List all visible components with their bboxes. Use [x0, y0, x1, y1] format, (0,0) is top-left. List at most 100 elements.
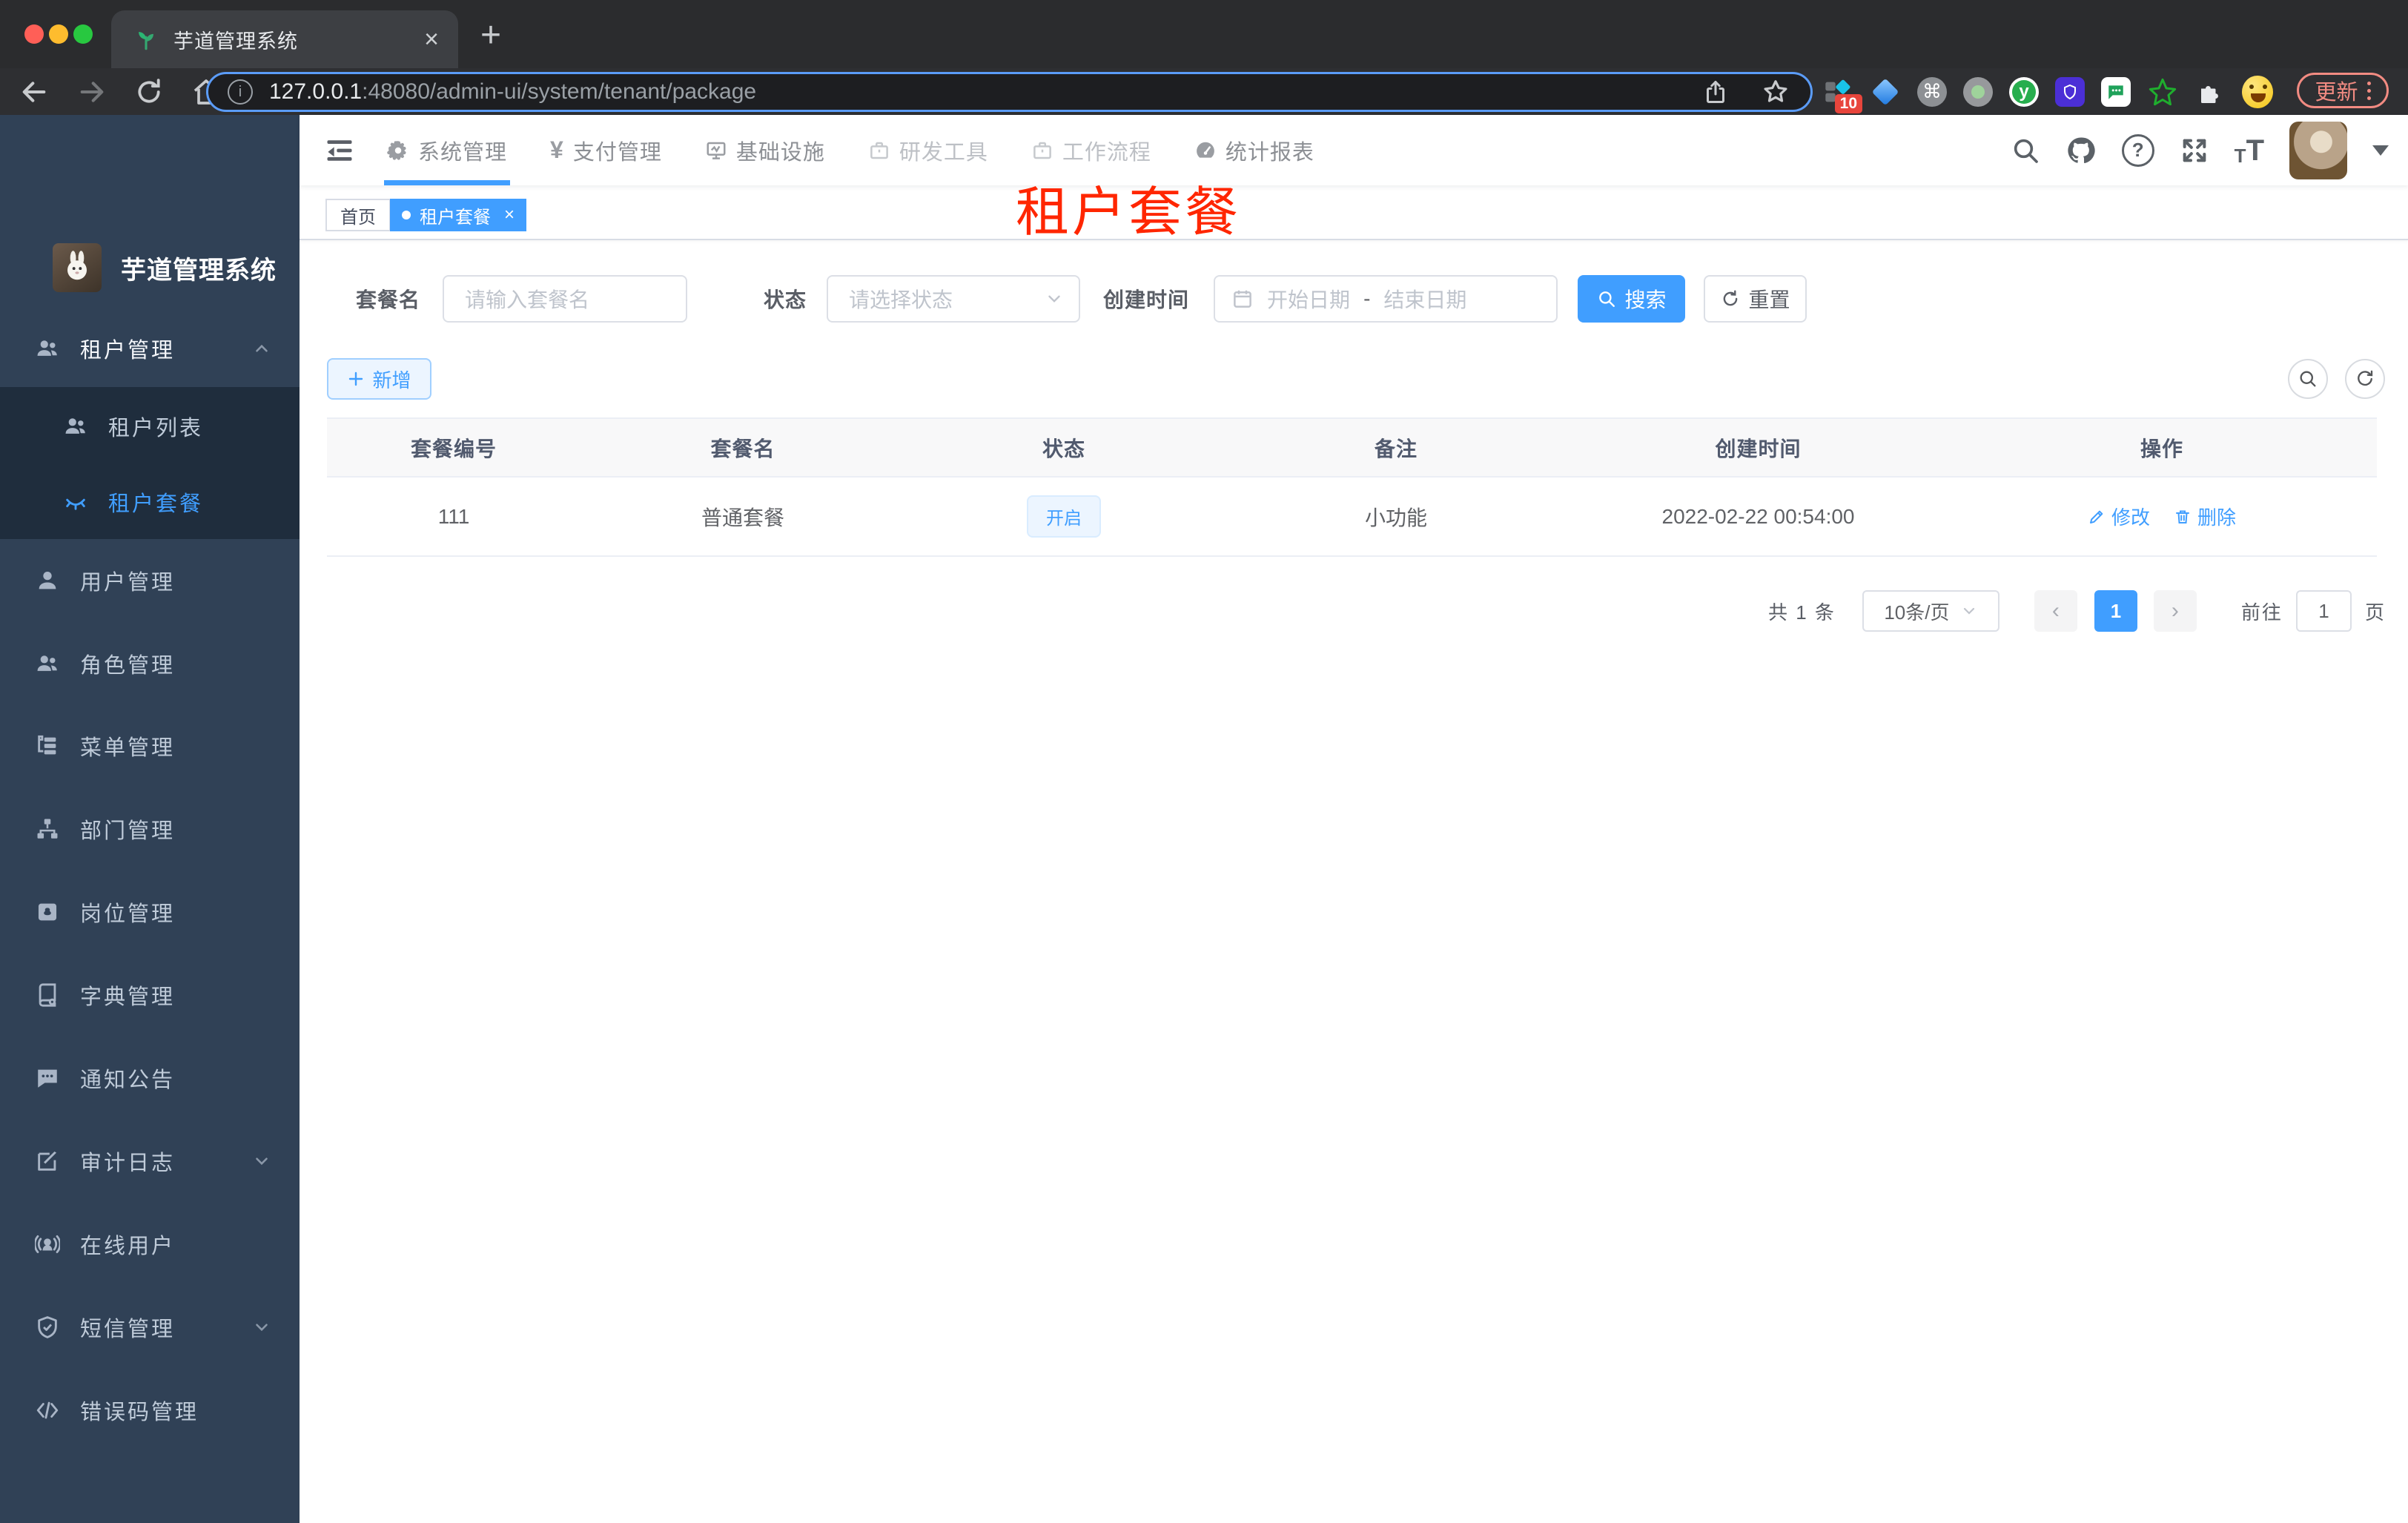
date-range-picker[interactable]: 开始日期 - 结束日期 [1214, 275, 1558, 323]
prev-page-button[interactable]: ‹ [2034, 590, 2077, 632]
top-menu-payment[interactable]: ¥ 支付管理 [550, 135, 662, 166]
chevron-down-icon [1960, 602, 1978, 620]
user-icon [34, 568, 61, 593]
address-bar[interactable]: i 127.0.0.1:48080/admin-ui/system/tenant… [206, 72, 1813, 112]
reload-icon[interactable] [135, 78, 163, 106]
table-refresh-icon[interactable] [2345, 359, 2385, 399]
minimize-window-button[interactable] [49, 24, 68, 44]
sidebar-item-user-management[interactable]: 用户管理 [0, 555, 300, 607]
tab-favicon-plant-icon [133, 27, 159, 52]
sidebar-item-dept-management[interactable]: 部门管理 [0, 803, 300, 855]
add-button[interactable]: 新增 [327, 358, 431, 400]
share-icon[interactable] [1702, 79, 1729, 105]
extensions-puzzle-icon[interactable] [2194, 76, 2226, 108]
extension-star-icon[interactable] [2147, 76, 2178, 108]
top-menu-infrastructure[interactable]: 基础设施 [705, 135, 825, 166]
sidebar-item-role-management[interactable]: 角色管理 [0, 638, 300, 690]
dashboard-icon [1194, 139, 1217, 162]
sidebar-item-post-management[interactable]: 岗位管理 [0, 886, 300, 938]
tab-title: 芋道管理系统 [173, 30, 298, 53]
sidebar-item-dict-management[interactable]: 字典管理 [0, 969, 300, 1021]
extension-chat-icon[interactable] [2101, 76, 2131, 107]
tag-close-icon[interactable]: × [504, 205, 515, 225]
search-button[interactable]: 搜索 [1578, 275, 1686, 323]
sidebar-item-sms-management[interactable]: 短信管理 [0, 1301, 300, 1353]
log-edit-icon [34, 1149, 61, 1174]
monitor-icon [705, 139, 727, 162]
sidebar-item-online-users[interactable]: 在线用户 [0, 1218, 300, 1270]
briefcase-icon [1031, 139, 1054, 162]
profile-avatar-emoji[interactable] [2242, 75, 2273, 108]
sidebar-item-audit-log[interactable]: 审计日志 [0, 1135, 300, 1187]
browser-update-button[interactable]: 更新 [2297, 73, 2389, 108]
main-area: 系统管理 ¥ 支付管理 基础设施 研发工具 工作流程 统计报表 ? T T 首页… [300, 115, 2408, 1523]
active-tag-dot [402, 211, 411, 219]
sidebar-item-tenant-package[interactable]: 租户套餐 [0, 476, 300, 528]
status-select[interactable]: 请选择状态 [827, 275, 1081, 323]
new-tab-button[interactable]: + [480, 15, 501, 56]
header-search-icon[interactable] [2011, 136, 2040, 165]
tab-close-icon[interactable]: × [424, 27, 439, 52]
tag-tenant-package[interactable]: 租户套餐 × [390, 199, 527, 231]
back-icon[interactable] [19, 77, 49, 107]
table-row[interactable]: 111 普通套餐 开启 小功能 2022-02-22 00:54:00 修改 删… [327, 478, 2377, 557]
top-menu-workflow[interactable]: 工作流程 [1031, 135, 1151, 166]
more-menu-icon[interactable] [2366, 81, 2371, 100]
close-window-button[interactable] [24, 24, 44, 44]
goto-unit: 页 [2364, 601, 2384, 624]
sidebar-item-error-code[interactable]: 错误码管理 [0, 1384, 300, 1436]
help-icon[interactable]: ? [2121, 133, 2154, 167]
start-date-placeholder[interactable]: 开始日期 [1267, 284, 1350, 314]
sidebar-collapse-icon[interactable] [322, 133, 357, 168]
site-info-icon[interactable]: i [228, 79, 253, 105]
fullscreen-icon[interactable] [2180, 136, 2209, 165]
font-size-icon[interactable]: TT [2235, 136, 2264, 165]
navbar-actions: ? TT [2011, 115, 2389, 185]
top-menu-reports[interactable]: 统计报表 [1194, 135, 1314, 166]
top-menu-dev-tools[interactable]: 研发工具 [868, 135, 988, 166]
red-annotation-text: 租户套餐 [1016, 183, 1242, 242]
app-logo-row[interactable]: 芋道管理系统 [53, 243, 277, 292]
col-header-name: 套餐名 [710, 437, 775, 460]
extension-command-icon[interactable]: ⌘ [1917, 76, 1947, 107]
page-1-button[interactable]: 1 [2094, 590, 2137, 632]
url-text[interactable]: 127.0.0.1:48080/admin-ui/system/tenant/p… [269, 79, 756, 105]
code-icon [34, 1398, 61, 1423]
sidebar: 芋道管理系统 租户管理 租户列表 租户套餐 用户管理 角色管理 菜单管理 部门管… [0, 115, 300, 1523]
extension-y-icon[interactable]: y [2009, 76, 2039, 107]
table-search-toggle-icon[interactable] [2288, 359, 2328, 399]
dictionary-icon [34, 982, 61, 1008]
avatar-caret-icon[interactable] [2372, 145, 2389, 156]
top-menu-system[interactable]: 系统管理 [387, 135, 507, 166]
github-icon[interactable] [2065, 135, 2097, 166]
tag-home[interactable]: 首页 [325, 199, 391, 231]
browser-titlebar: 芋道管理系统 × + [0, 0, 2408, 68]
browser-tab[interactable]: 芋道管理系统 × [111, 10, 458, 68]
extension-icon[interactable]: 10 [1822, 76, 1862, 113]
extension-gem-icon[interactable] [1870, 76, 1901, 108]
status-badge: 开启 [1027, 495, 1101, 538]
forward-icon[interactable] [77, 77, 107, 107]
sidebar-item-menu-management[interactable]: 菜单管理 [0, 720, 300, 772]
extension-dot-icon[interactable] [1963, 76, 1993, 107]
end-date-placeholder[interactable]: 结束日期 [1383, 284, 1466, 314]
next-page-button[interactable]: › [2153, 590, 2197, 632]
zoom-window-button[interactable] [73, 24, 93, 44]
reset-button[interactable]: 重置 [1704, 275, 1807, 323]
create-time-label: 创建时间 [1103, 288, 1190, 311]
sidebar-item-notice[interactable]: 通知公告 [0, 1052, 300, 1104]
sidebar-item-tenant-management[interactable]: 租户管理 [0, 323, 300, 374]
message-icon [34, 1066, 61, 1091]
chevron-down-icon [1045, 289, 1064, 308]
delete-link[interactable]: 删除 [2174, 503, 2236, 530]
extension-shield-icon[interactable] [2055, 76, 2085, 107]
sidebar-item-tenant-list[interactable]: 租户列表 [0, 400, 300, 452]
goto-page-input[interactable]: 1 [2295, 590, 2352, 632]
user-avatar[interactable] [2289, 121, 2347, 179]
package-name-input[interactable]: 请输入套餐名 [443, 275, 688, 323]
page-size-select[interactable]: 10条/页 [1862, 590, 2000, 632]
calendar-icon [1231, 288, 1254, 310]
edit-link[interactable]: 修改 [2088, 503, 2150, 530]
bookmark-star-icon[interactable] [1762, 78, 1790, 106]
tree-table-icon [34, 733, 61, 759]
